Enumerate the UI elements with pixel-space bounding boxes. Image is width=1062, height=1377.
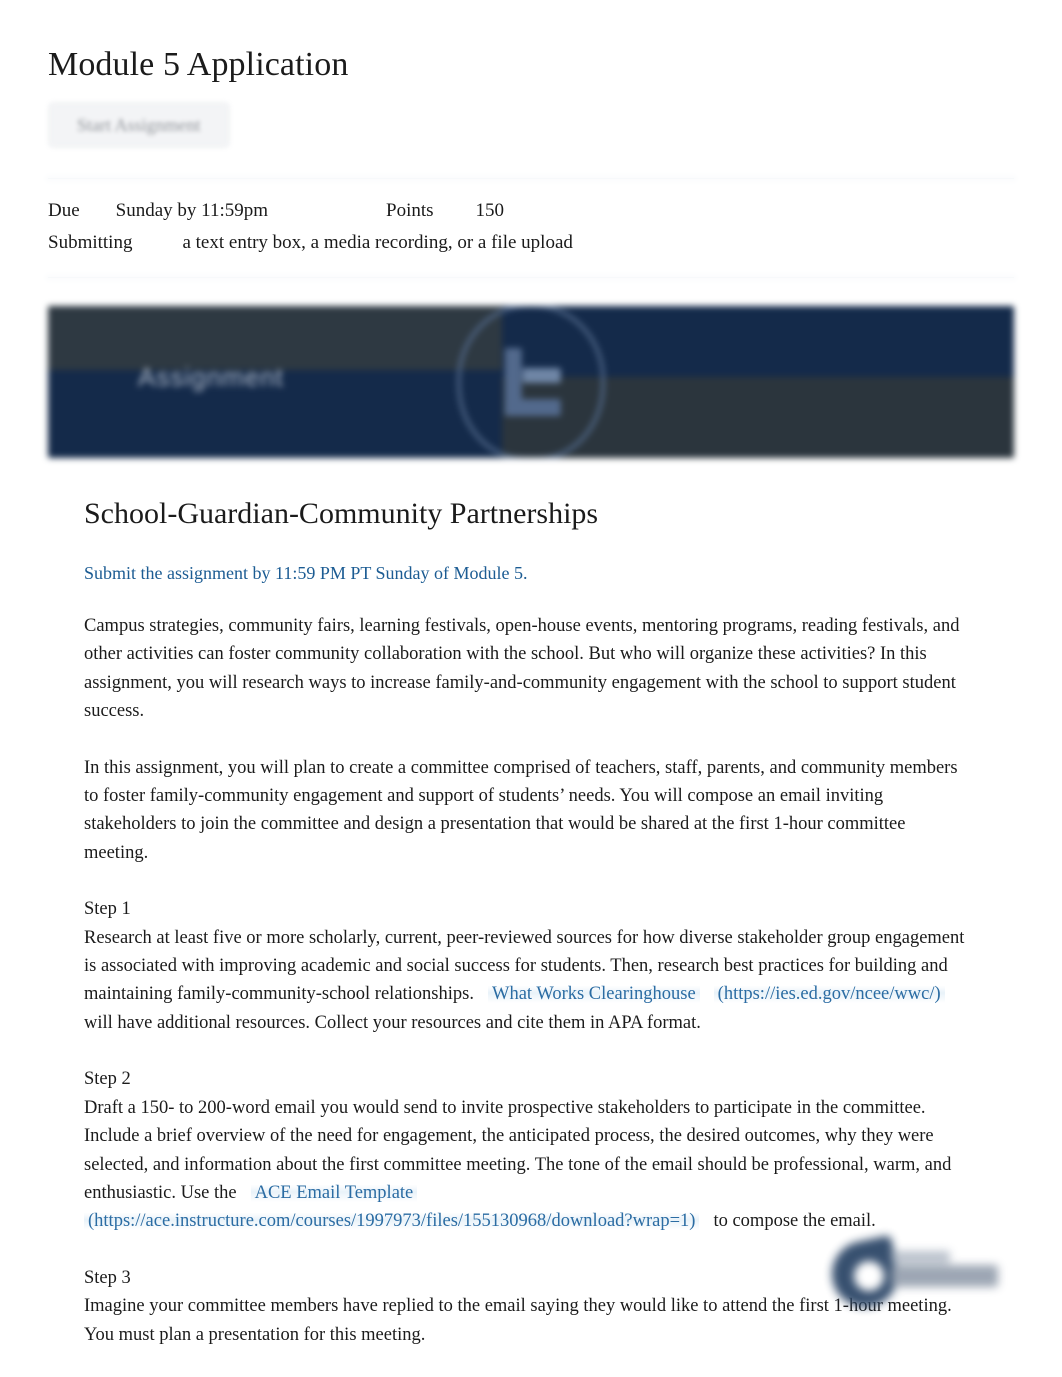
step-2-text-before: Draft a 150- to 200-word email you would…: [84, 1097, 952, 1203]
assignment-page: Module 5 Application Start Assignment Du…: [0, 0, 1062, 1377]
step-2-text-after: to compose the email.: [713, 1211, 876, 1232]
due-value: Sunday by 11:59pm: [115, 200, 269, 221]
submitting-label: Submitting: [48, 232, 133, 253]
submit-deadline-note[interactable]: Submit the assignment by 11:59 PM PT Sun…: [84, 560, 974, 586]
intro-paragraph-1: Campus strategies, community fairs, lear…: [84, 616, 960, 722]
points-value: 150: [475, 200, 505, 221]
meta-row-due: Due Sunday by 11:59pm Points 150: [48, 195, 1014, 227]
meta-divider-bottom: [48, 277, 1014, 278]
assignment-header: Module 5 Application Start Assignment: [0, 0, 1062, 150]
intro-paragraph-2: In this assignment, you will plan to cre…: [84, 757, 958, 863]
meta-row-submitting: Submitting a text entry box, a media rec…: [48, 227, 1014, 259]
meta-spacer: [0, 259, 1062, 277]
start-assignment-button[interactable]: Start Assignment: [48, 102, 230, 148]
ace-email-template-url[interactable]: (https://ace.instructure.com/courses/199…: [84, 1211, 700, 1232]
step-2-heading: Step 2: [84, 1069, 131, 1090]
submitting-value: a text entry box, a media recording, or …: [182, 232, 573, 253]
assignment-banner-image: Assignment: [48, 306, 1014, 458]
banner-left-panel: [48, 306, 503, 370]
due-label: Due: [48, 200, 80, 221]
assignment-meta: Due Sunday by 11:59pm Points 150 Submitt…: [0, 179, 1062, 259]
banner-title-text: Assignment: [138, 362, 284, 392]
footer-logo-watermark-icon: [820, 1233, 1010, 1329]
step-1-body: Research at least five or more scholarly…: [84, 924, 974, 1038]
what-works-clearinghouse-link[interactable]: What Works Clearinghouse: [487, 984, 700, 1005]
page-title: Module 5 Application: [48, 46, 349, 83]
assignment-banner-container: Assignment: [48, 306, 1014, 458]
step-2-body: Draft a 150- to 200-word email you would…: [84, 1094, 974, 1236]
start-assignment-container: Start Assignment: [48, 102, 1014, 150]
banner-logo-monogram-icon: [499, 348, 561, 416]
step-1-heading: Step 1: [84, 899, 131, 920]
step-1-text-after: will have additional resources. Collect …: [84, 1012, 701, 1033]
points-label: Points: [386, 200, 434, 221]
assignment-description: School-Guardian-Community Partnerships S…: [0, 458, 1062, 1349]
ace-email-template-link[interactable]: ACE Email Template: [250, 1182, 418, 1203]
content-title: School-Guardian-Community Partnerships: [84, 497, 599, 530]
what-works-clearinghouse-url[interactable]: (https://ies.ed.gov/ncee/wwc/): [713, 984, 945, 1005]
